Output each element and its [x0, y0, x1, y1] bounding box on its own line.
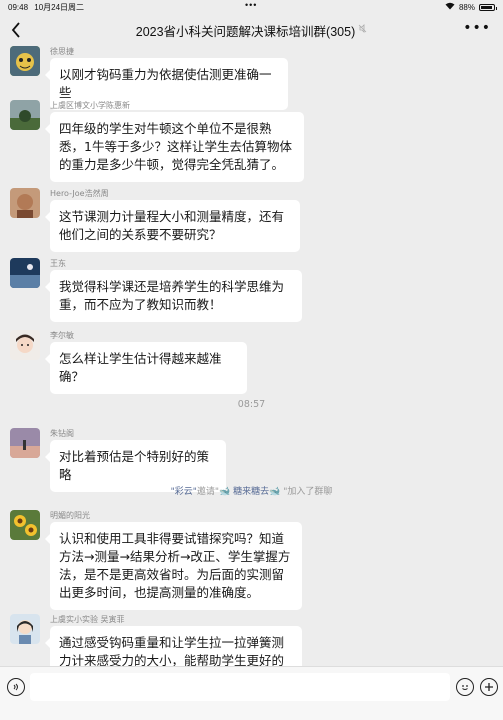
- voice-button[interactable]: [7, 678, 25, 696]
- emoji-icon: [462, 685, 468, 690]
- emoji-button[interactable]: [456, 678, 474, 696]
- chat-area[interactable]: 徐思捷 以刚才钩码重力为依据使估测更准确一些 上虞区博文小学陈惠新 四年级的学生…: [0, 46, 503, 666]
- input-bar: [0, 666, 503, 720]
- voice-icon: [13, 683, 18, 691]
- inviter-avatar-icon: 🐋: [219, 487, 231, 497]
- avatar[interactable]: [10, 510, 40, 540]
- more-button[interactable]: •••: [463, 20, 491, 36]
- system-invitee-link[interactable]: 糖来糖去: [233, 487, 269, 497]
- battery-icon: [479, 3, 497, 11]
- status-time: 09:48: [8, 3, 29, 12]
- avatar[interactable]: [10, 330, 40, 360]
- nav-bar: 2023省小科关问题解决课标培训群(305) •••: [0, 14, 503, 46]
- avatar[interactable]: [10, 188, 40, 218]
- message-bubble[interactable]: 怎么样让学生估计得越来越准确？: [45, 342, 247, 394]
- system-message: "彩云"邀请"🐋 糖来糖去🐋 "加入了群聊: [0, 484, 503, 497]
- mute-icon: [358, 24, 367, 36]
- page-title: 2023省小科关问题解决课标培训群(305): [135, 24, 356, 39]
- plus-button[interactable]: [480, 678, 498, 696]
- status-date: 10月24日周二: [34, 3, 85, 12]
- wifi-icon: [445, 2, 455, 12]
- sender-name: 朱钻阁: [50, 429, 74, 438]
- sender-name: 王东: [50, 259, 66, 268]
- back-button[interactable]: [10, 20, 26, 40]
- plus-icon: [485, 683, 493, 691]
- avatar[interactable]: [10, 258, 40, 288]
- battery-percent: 88%: [458, 2, 475, 12]
- sender-name: Hero-Joe浩然周: [50, 189, 109, 198]
- sender-name: 李尔敏: [50, 331, 74, 340]
- system-actor-link[interactable]: "彩云": [171, 487, 197, 497]
- invitee-avatar-icon: 🐋: [269, 487, 281, 497]
- sender-name: 上虞区博文小学陈惠新: [50, 101, 130, 110]
- sender-name: 明媚的阳光: [50, 511, 90, 520]
- avatar[interactable]: [10, 428, 40, 458]
- avatar[interactable]: [10, 100, 40, 130]
- time-divider: 08:57: [237, 399, 266, 410]
- multitask-dots-icon[interactable]: •••: [245, 0, 257, 10]
- message-bubble[interactable]: 这节课测力计量程大小和测量精度，还有他们之间的关系要不要研究？: [45, 200, 300, 252]
- system-suffix: "加入了群聊: [283, 487, 333, 497]
- avatar[interactable]: [10, 614, 40, 644]
- message-bubble[interactable]: 我觉得科学课还是培养学生的科学思维为重，而不应为了教知识而教！: [45, 270, 302, 322]
- message-input[interactable]: [30, 673, 450, 701]
- sender-name: 上虞实小实验 吴寅菲: [50, 615, 125, 624]
- chevron-left-icon: [11, 22, 20, 38]
- sender-name: 徐思捷: [50, 47, 74, 56]
- avatar[interactable]: [10, 46, 40, 76]
- message-bubble[interactable]: 四年级的学生对牛顿这个单位不是很熟悉，1牛等于多少？这样让学生去估算物体的重力是…: [45, 112, 304, 182]
- status-bar: 09:48 10月24日周二 ••• 88%: [0, 0, 503, 14]
- message-bubble[interactable]: 认识和使用工具非得要试错探究吗？知道方法→测量→结果分析→改正、学生掌握方法，是…: [45, 522, 302, 610]
- system-verb: 邀请": [196, 487, 220, 497]
- message-bubble[interactable]: 通过感受钩码重量和让学生拉一拉弹簧测力计来感受力的大小，能帮助学生更好的进行: [45, 626, 302, 666]
- more-icon: •••: [463, 20, 491, 36]
